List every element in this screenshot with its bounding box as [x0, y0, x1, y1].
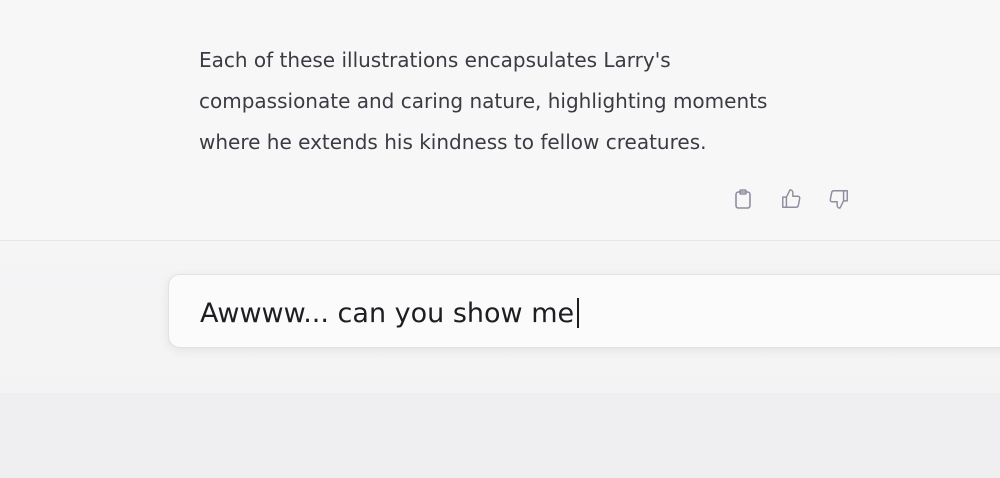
- message-line: where he extends his kindness to fellow …: [199, 130, 707, 154]
- text-caret: [577, 298, 580, 328]
- chat-page: Each of these illustrations encapsulates…: [0, 0, 1000, 478]
- assistant-message-text: Each of these illustrations encapsulates…: [199, 40, 839, 163]
- thumbs-up-button[interactable]: [778, 186, 804, 212]
- thumbs-up-icon: [782, 189, 801, 208]
- message-line: compassionate and caring nature, highlig…: [199, 89, 768, 113]
- thumbs-down-icon: [829, 190, 848, 209]
- thumbs-down-button[interactable]: [826, 186, 852, 212]
- message-input[interactable]: Awwww... can you show me: [168, 274, 1000, 348]
- bottom-area: [0, 393, 1000, 478]
- message-actions: [730, 184, 852, 214]
- message-line: Each of these illustrations encapsulates…: [199, 48, 671, 72]
- copy-button[interactable]: [730, 186, 756, 212]
- assistant-message-block: Each of these illustrations encapsulates…: [0, 0, 1000, 241]
- message-input-text: Awwww... can you show me: [200, 297, 580, 331]
- clipboard-icon: [735, 189, 751, 209]
- message-input-value: Awwww... can you show me: [200, 298, 575, 329]
